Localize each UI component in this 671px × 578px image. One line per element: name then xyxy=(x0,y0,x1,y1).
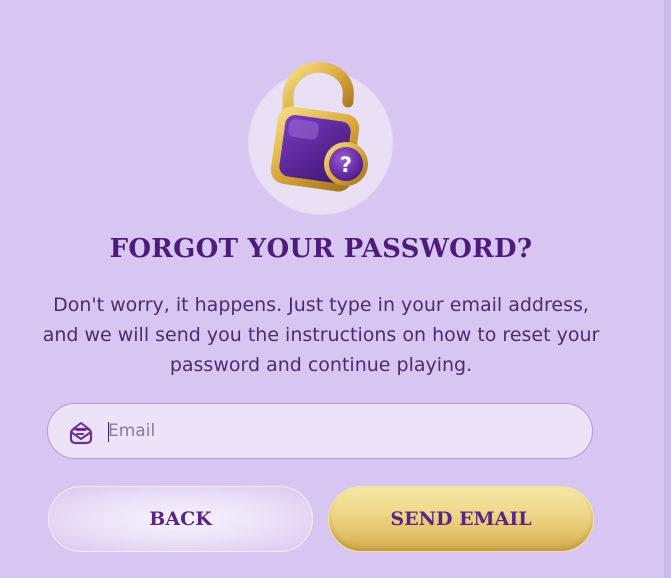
instructions-text: Don't worry, it happens. Just type in yo… xyxy=(42,294,600,376)
email-input[interactable] xyxy=(108,404,578,458)
mail-icon xyxy=(69,422,93,445)
send-email-button-label: SEND EMAIL xyxy=(390,508,532,530)
padlock-question-icon: ? xyxy=(270,62,368,192)
back-button[interactable]: BACK xyxy=(48,486,313,552)
email-field-container[interactable] xyxy=(47,403,593,459)
back-button-label: BACK xyxy=(149,508,212,530)
send-email-button[interactable]: SEND EMAIL xyxy=(328,486,594,552)
page-title: FORGOT YOUR PASSWORD? xyxy=(109,234,533,264)
text-cursor xyxy=(108,422,109,442)
window-edge xyxy=(664,0,671,578)
svg-text:?: ? xyxy=(340,153,352,177)
lock-icon-badge: ? xyxy=(248,62,393,215)
